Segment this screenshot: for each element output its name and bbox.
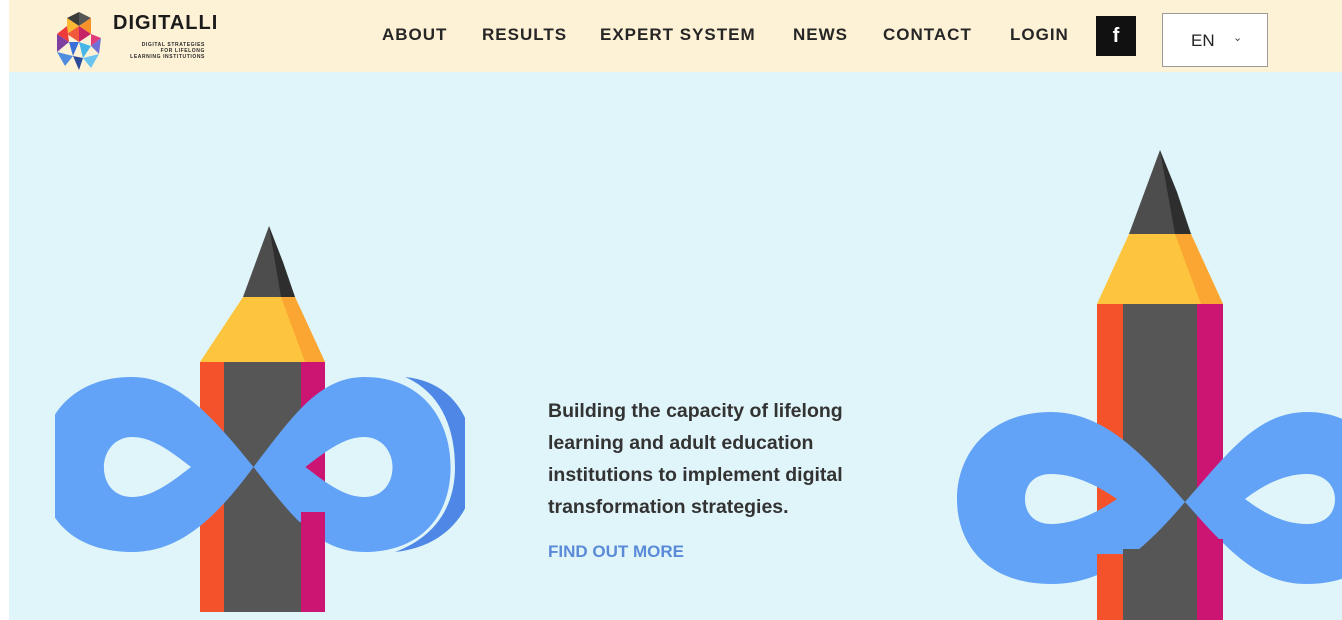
find-out-more-link[interactable]: FIND OUT MORE	[548, 542, 684, 562]
nav-results[interactable]: RESULTS	[482, 25, 567, 47]
page: DIGITALLI DIGITAL STRATEGIES FOR LIFELON…	[9, 0, 1342, 620]
site-header: DIGITALLI DIGITAL STRATEGIES FOR LIFELON…	[9, 0, 1342, 72]
pencil-infinity-illustration-left	[55, 226, 465, 612]
brand-name: DIGITALLI	[113, 12, 219, 34]
hero-section: Building the capacity of lifelong learni…	[9, 72, 1342, 620]
nav-contact[interactable]: CONTACT	[883, 25, 972, 47]
nav-about[interactable]: ABOUT	[382, 25, 447, 47]
facebook-icon[interactable]: f	[1096, 16, 1136, 56]
brand-tagline: DIGITAL STRATEGIES FOR LIFELONG LEARNING…	[113, 42, 205, 60]
hero-heading: Building the capacity of lifelong learni…	[548, 400, 843, 518]
pencil-infinity-illustration-right	[957, 150, 1342, 620]
language-select[interactable]: EN ⌄	[1162, 13, 1268, 67]
brand-logo[interactable]: DIGITALLI DIGITAL STRATEGIES FOR LIFELON…	[53, 8, 273, 72]
brand-tagline-line-3: LEARNING INSTITUTIONS	[130, 54, 205, 60]
nav-expert-system[interactable]: EXPERT SYSTEM	[600, 25, 756, 47]
language-selected-value: EN	[1191, 31, 1215, 50]
chevron-down-icon: ⌄	[1233, 32, 1243, 44]
logo-mark-icon	[57, 12, 101, 70]
nav-login[interactable]: LOGIN	[1010, 25, 1069, 47]
nav-news[interactable]: NEWS	[793, 25, 848, 47]
